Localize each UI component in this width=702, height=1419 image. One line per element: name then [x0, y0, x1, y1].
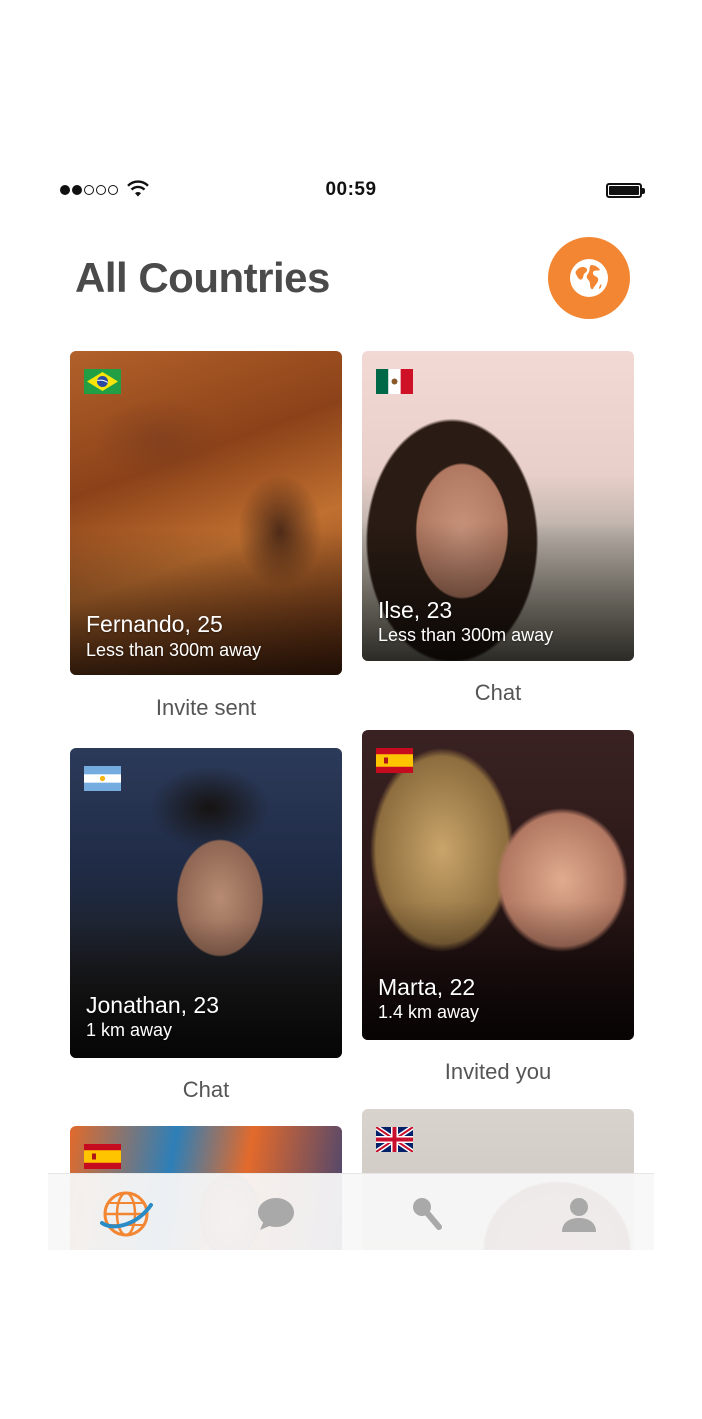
- profile-card-marta[interactable]: Marta, 22 1.4 km away: [362, 730, 634, 1040]
- tab-explore[interactable]: [98, 1186, 154, 1242]
- profile-icon: [562, 1198, 596, 1232]
- search-icon: [413, 1198, 442, 1230]
- battery-icon: [606, 183, 645, 198]
- tab-profile[interactable]: [551, 1186, 607, 1242]
- flag-mexico-icon: [376, 369, 413, 394]
- flag-united-kingdom-icon: [376, 1127, 413, 1152]
- profile-distance: Less than 300m away: [378, 625, 554, 645]
- card-status-chat[interactable]: Chat: [362, 680, 634, 706]
- chat-bubble-icon: [258, 1198, 294, 1230]
- status-time: 00:59: [325, 179, 377, 200]
- flag-argentina-icon: [84, 766, 121, 791]
- phone-screen: 00:59 All Countries Fernando, 25 Less th…: [48, 170, 654, 1250]
- tab-bar: [48, 1173, 654, 1250]
- profile-name-age: Marta, 22: [378, 974, 476, 1000]
- flag-spain-icon: [376, 748, 413, 773]
- profile-card-ilse[interactable]: Ilse, 23 Less than 300m away: [362, 351, 634, 661]
- page-title: All Countries: [75, 254, 330, 301]
- globe-icon: [570, 259, 608, 297]
- tab-messages[interactable]: [248, 1186, 304, 1242]
- profile-distance: Less than 300m away: [86, 640, 262, 660]
- tab-search[interactable]: [400, 1186, 456, 1242]
- profile-name-age: Ilse, 23: [378, 597, 453, 623]
- flag-brazil-icon: [84, 369, 121, 394]
- card-status-chat[interactable]: Chat: [70, 1077, 342, 1103]
- profile-card-fernando[interactable]: Fernando, 25 Less than 300m away: [70, 351, 342, 675]
- profile-distance: 1 km away: [86, 1020, 173, 1040]
- country-filter-button[interactable]: [548, 237, 630, 319]
- status-bar: 00:59: [48, 170, 654, 210]
- card-status-invited-you[interactable]: Invited you: [362, 1059, 634, 1085]
- profile-distance: 1.4 km away: [378, 1002, 480, 1022]
- profile-card-jonathan[interactable]: Jonathan, 23 1 km away: [70, 748, 342, 1058]
- flag-spain-icon: [84, 1144, 121, 1169]
- profile-name-age: Jonathan, 23: [86, 992, 220, 1018]
- profile-name-age: Fernando, 25: [86, 611, 223, 637]
- globe-icon: [100, 1191, 153, 1237]
- card-status-invite-sent[interactable]: Invite sent: [70, 695, 342, 721]
